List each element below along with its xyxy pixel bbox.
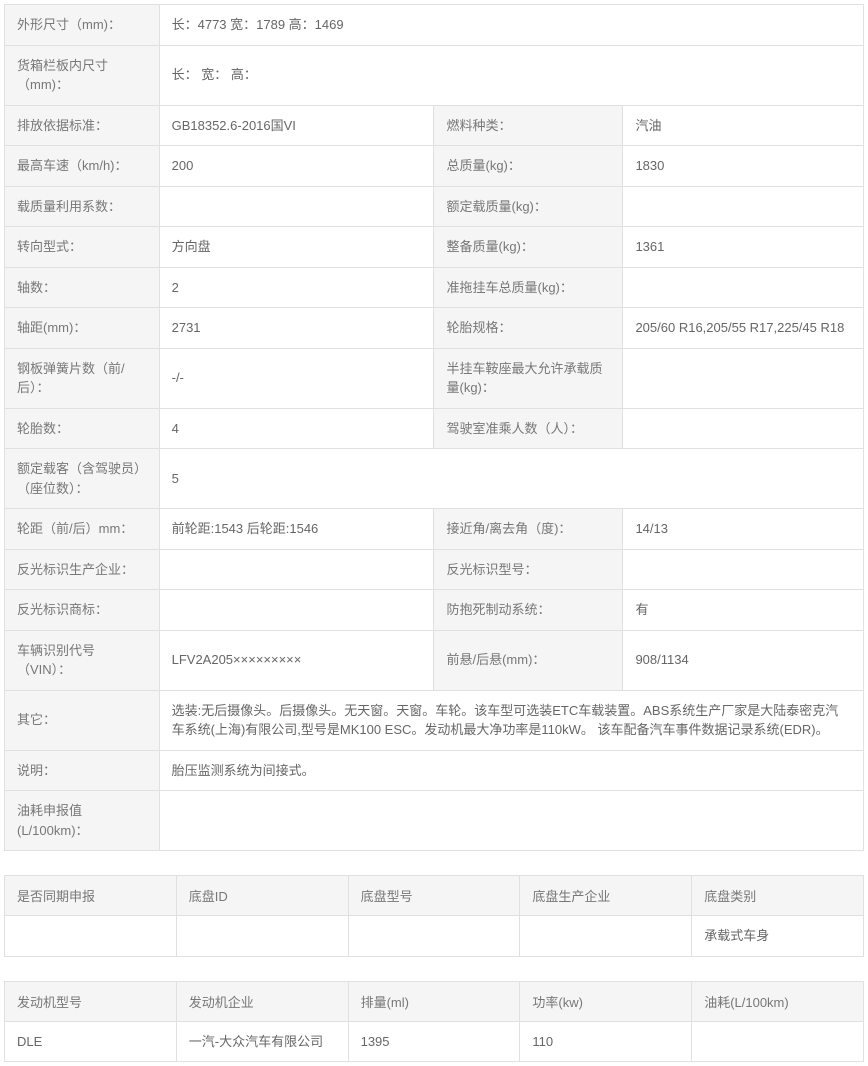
engine-table: 发动机型号 发动机企业 排量(ml) 功率(kw) 油耗(L/100km) DL… (4, 981, 864, 1063)
maxspeed-label: 最高车速（km/h)： (5, 146, 160, 187)
refmodel-value (623, 549, 864, 590)
table-row: 轴距(mm)：2731轮胎规格：205/60 R16,205/55 R17,22… (5, 308, 864, 349)
table-row: 排放依据标准：GB18352.6-2016国VI燃料种类：汽油 (5, 105, 864, 146)
reftm-label: 反光标识商标： (5, 590, 160, 631)
cargo-label: 货箱栏板内尺寸（mm)： (5, 45, 160, 105)
chassis-h2: 底盘ID (176, 876, 348, 916)
tirespec-label: 轮胎规格： (434, 308, 623, 349)
curbmass-label: 整备质量(kg)： (434, 227, 623, 268)
table-row: DLE 一汽-大众汽车有限公司 1395 110 (5, 1021, 864, 1062)
table-row: 转向型式：方向盘整备质量(kg)：1361 (5, 227, 864, 268)
wheelbase-value: 2731 (159, 308, 434, 349)
refmfr-value (159, 549, 434, 590)
chassis-h3: 底盘型号 (348, 876, 520, 916)
overhang-value: 908/1134 (623, 630, 864, 690)
spring-label: 钢板弹簧片数（前/后）： (5, 348, 160, 408)
other-value: 选装:无后摄像头。后摄像头。无天窗。天窗。车轮。该车型可选装ETC车载装置。AB… (159, 690, 863, 750)
dim-label: 外形尺寸（mm)： (5, 5, 160, 46)
spring-value: -/- (159, 348, 434, 408)
table-row: 外形尺寸（mm)：长：4773 宽：1789 高：1469 (5, 5, 864, 46)
vin-label: 车辆识别代号（VIN）： (5, 630, 160, 690)
trailer-label: 准拖挂车总质量(kg)： (434, 267, 623, 308)
axles-label: 轴数： (5, 267, 160, 308)
note-value: 胎压监测系统为间接式。 (159, 750, 863, 791)
totalmass-value: 1830 (623, 146, 864, 187)
angle-value: 14/13 (623, 509, 864, 550)
overhang-label: 前悬/后悬(mm)： (434, 630, 623, 690)
table-row: 车辆识别代号（VIN）：LFV2A205×××××××××前悬/后悬(mm)：9… (5, 630, 864, 690)
trailer-value (623, 267, 864, 308)
tirecount-label: 轮胎数： (5, 408, 160, 449)
engine-h3: 排量(ml) (348, 981, 520, 1021)
other-label: 其它： (5, 690, 160, 750)
table-row: 油耗申报值(L/100km)： (5, 791, 864, 851)
table-row: 轮胎数：4驾驶室准乘人数（人）： (5, 408, 864, 449)
engine-cell: 一汽-大众汽车有限公司 (176, 1021, 348, 1062)
table-row: 轴数：2准拖挂车总质量(kg)： (5, 267, 864, 308)
ratedload-label: 额定载质量(kg)： (434, 186, 623, 227)
chassis-h5: 底盘类别 (692, 876, 864, 916)
angle-label: 接近角/离去角（度)： (434, 509, 623, 550)
fuelcons-label: 油耗申报值(L/100km)： (5, 791, 160, 851)
dim-value: 长：4773 宽：1789 高：1469 (159, 5, 863, 46)
table-row: 货箱栏板内尺寸（mm)：长： 宽： 高： (5, 45, 864, 105)
tirecount-value: 4 (159, 408, 434, 449)
refmfr-label: 反光标识生产企业： (5, 549, 160, 590)
tirespec-value: 205/60 R16,205/55 R17,225/45 R18 (623, 308, 864, 349)
seats-value: 5 (159, 449, 863, 509)
table-header-row: 发动机型号 发动机企业 排量(ml) 功率(kw) 油耗(L/100km) (5, 981, 864, 1021)
emission-label: 排放依据标准： (5, 105, 160, 146)
engine-h1: 发动机型号 (5, 981, 177, 1021)
curbmass-value: 1361 (623, 227, 864, 268)
engine-h4: 功率(kw) (520, 981, 692, 1021)
table-row: 额定载客（含驾驶员）（座位数）：5 (5, 449, 864, 509)
refmodel-label: 反光标识型号： (434, 549, 623, 590)
chassis-h1: 是否同期申报 (5, 876, 177, 916)
vehicle-spec-table: 外形尺寸（mm)：长：4773 宽：1789 高：1469 货箱栏板内尺寸（mm… (4, 4, 864, 851)
table-row: 载质量利用系数： 额定载质量(kg)： (5, 186, 864, 227)
fuel-label: 燃料种类： (434, 105, 623, 146)
loadfactor-label: 载质量利用系数： (5, 186, 160, 227)
abs-label: 防抱死制动系统： (434, 590, 623, 631)
cargo-value: 长： 宽： 高： (159, 45, 863, 105)
engine-cell: 1395 (348, 1021, 520, 1062)
cabseats-value (623, 408, 864, 449)
cabseats-label: 驾驶室准乘人数（人）： (434, 408, 623, 449)
saddle-value (623, 348, 864, 408)
table-header-row: 是否同期申报 底盘ID 底盘型号 底盘生产企业 底盘类别 (5, 876, 864, 916)
wheelbase-label: 轴距(mm)： (5, 308, 160, 349)
seats-label: 额定载客（含驾驶员）（座位数）： (5, 449, 160, 509)
maxspeed-value: 200 (159, 146, 434, 187)
vin-value: LFV2A205××××××××× (159, 630, 434, 690)
table-row: 钢板弹簧片数（前/后）：-/-半挂车鞍座最大允许承载质量(kg)： (5, 348, 864, 408)
chassis-table: 是否同期申报 底盘ID 底盘型号 底盘生产企业 底盘类别 承载式车身 (4, 875, 864, 957)
emission-value: GB18352.6-2016国VI (159, 105, 434, 146)
loadfactor-value (159, 186, 434, 227)
reftm-value (159, 590, 434, 631)
track-value: 前轮距:1543 后轮距:1546 (159, 509, 434, 550)
engine-h2: 发动机企业 (176, 981, 348, 1021)
abs-value: 有 (623, 590, 864, 631)
fuelcons-value (159, 791, 863, 851)
track-label: 轮距（前/后）mm： (5, 509, 160, 550)
table-row: 反光标识生产企业： 反光标识型号： (5, 549, 864, 590)
table-row: 说明：胎压监测系统为间接式。 (5, 750, 864, 791)
steer-label: 转向型式： (5, 227, 160, 268)
table-row: 反光标识商标： 防抱死制动系统：有 (5, 590, 864, 631)
axles-value: 2 (159, 267, 434, 308)
engine-cell: 110 (520, 1021, 692, 1062)
saddle-label: 半挂车鞍座最大允许承载质量(kg)： (434, 348, 623, 408)
table-row: 轮距（前/后）mm：前轮距:1543 后轮距:1546接近角/离去角（度)：14… (5, 509, 864, 550)
fuel-value: 汽油 (623, 105, 864, 146)
engine-cell: DLE (5, 1021, 177, 1062)
steer-value: 方向盘 (159, 227, 434, 268)
table-row: 最高车速（km/h)：200总质量(kg)：1830 (5, 146, 864, 187)
note-label: 说明： (5, 750, 160, 791)
totalmass-label: 总质量(kg)： (434, 146, 623, 187)
table-row: 其它：选装:无后摄像头。后摄像头。无天窗。天窗。车轮。该车型可选装ETC车载装置… (5, 690, 864, 750)
engine-h5: 油耗(L/100km) (692, 981, 864, 1021)
engine-cell (692, 1021, 864, 1062)
ratedload-value (623, 186, 864, 227)
chassis-h4: 底盘生产企业 (520, 876, 692, 916)
